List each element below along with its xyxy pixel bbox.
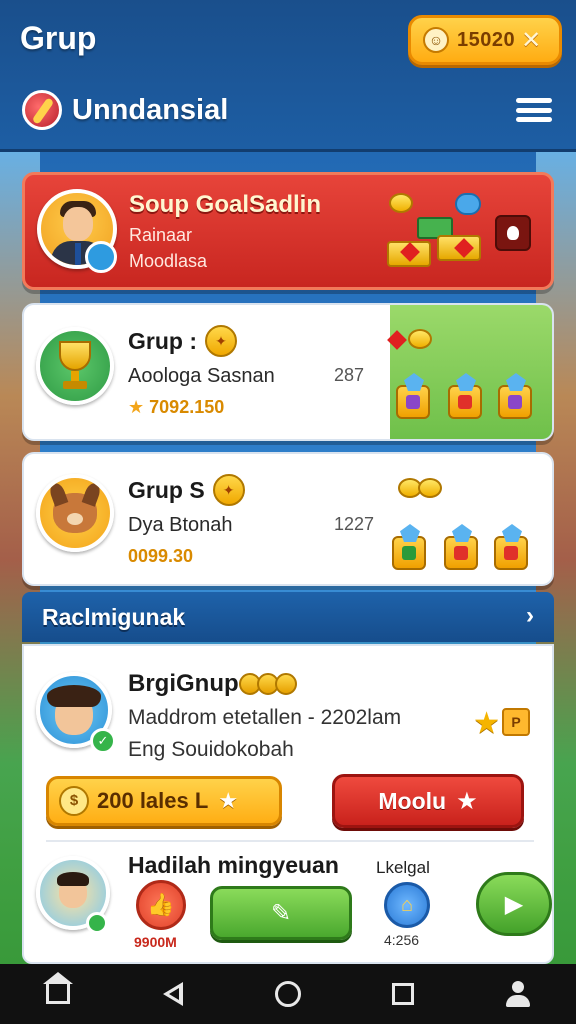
group-desc: Dya Btonah xyxy=(128,514,233,536)
profile-nav-button[interactable] xyxy=(498,974,538,1014)
featured-title: Soup GoalSadlin xyxy=(129,191,322,218)
recommended-title: BrgiGnup xyxy=(128,670,297,698)
coin-balance-pill[interactable]: ☺ 15020 ✕ xyxy=(408,15,562,65)
coin-icon: ✦ xyxy=(205,325,237,357)
featured-group-card[interactable]: Soup GoalSadlin Rainaar Moodlasa xyxy=(22,172,554,290)
group-desc: Aoologa Sasnan xyxy=(128,365,275,387)
brand-name: Unndansial xyxy=(72,93,229,126)
dollar-icon: $ xyxy=(59,786,89,816)
star-icon: ★ xyxy=(128,397,145,417)
reward-illustration xyxy=(384,472,544,582)
group-count: 1227 xyxy=(334,514,375,534)
like-count: 9900M xyxy=(134,934,177,950)
star-icon[interactable]: ★ xyxy=(473,706,500,741)
home-nav-button[interactable] xyxy=(38,972,78,1014)
brand-logo-icon xyxy=(22,90,62,130)
group-title: Grup : ✦ xyxy=(128,325,237,357)
recents-nav-button[interactable] xyxy=(383,974,423,1014)
featured-line2: Moodlasa xyxy=(129,251,208,271)
chevron-right-icon[interactable]: › xyxy=(526,602,534,630)
recommended-card: ✓ BrgiGnup Maddrom etetallen - 2202lam E… xyxy=(22,644,554,964)
back-icon xyxy=(162,982,183,1006)
reward-panel xyxy=(387,305,552,439)
trophy-avatar xyxy=(36,327,114,405)
coin-icon: ☺ xyxy=(423,27,449,53)
thumbs-up-icon: 👍 xyxy=(147,892,175,917)
circle-icon xyxy=(274,981,301,1007)
back-nav-button[interactable] xyxy=(153,974,193,1014)
group-title: Grup S ✦ xyxy=(128,474,245,506)
home-circle-button[interactable] xyxy=(268,974,308,1014)
group-count: 287 xyxy=(334,365,365,385)
group-amount: 0099.30 xyxy=(128,546,194,566)
group-amount: ★ 7092.150 xyxy=(128,397,225,417)
microphone-icon xyxy=(507,226,519,240)
weekly-reward-title: Hadilah mingyeuan xyxy=(128,852,339,878)
dog-avatar xyxy=(36,474,114,552)
pin-button[interactable]: ✎ xyxy=(210,886,352,940)
trophy-icon xyxy=(55,341,95,391)
check-icon xyxy=(86,912,108,934)
coin-reward-button[interactable]: $ 200 lales L ★ xyxy=(46,776,282,826)
house-button[interactable]: ⌂ xyxy=(384,882,430,928)
star-icon: ★ xyxy=(456,787,478,815)
coin-icon: ✦ xyxy=(212,474,245,506)
thumbs-up-button[interactable]: 👍 xyxy=(136,880,186,930)
tag-badge[interactable]: P xyxy=(502,708,530,736)
small-label: Lkelgal xyxy=(376,858,430,877)
brand: Unndansial xyxy=(22,90,228,130)
hamburger-menu-icon[interactable] xyxy=(516,98,552,122)
recommendation-title: Raclmigunak xyxy=(42,604,186,630)
system-nav-bar xyxy=(0,964,576,1024)
play-button[interactable]: ▶ xyxy=(476,872,552,936)
app-header: Grup ☺ 15020 ✕ Unndansial xyxy=(0,0,576,152)
house-value: 4:256 xyxy=(384,932,420,948)
group-card[interactable]: Grup S ✦ Dya Btonah 1227 0099.30 xyxy=(22,452,554,586)
loot-illustration xyxy=(387,189,507,279)
group-card[interactable]: Grup : ✦ Aoologa Sasnan 287 ★ 7092.150 xyxy=(22,303,554,441)
user-icon xyxy=(504,981,532,1007)
house-icon: ⌂ xyxy=(400,893,414,916)
featured-line1: Rainaar xyxy=(129,225,193,245)
badge-icon xyxy=(85,241,117,273)
divider xyxy=(46,840,534,842)
coin-balance-value: 15020 xyxy=(457,28,516,51)
check-icon: ✓ xyxy=(90,728,116,754)
recommended-desc2: Eng Souidokobah xyxy=(128,738,294,761)
home-icon xyxy=(42,972,73,1004)
page-title: Grup xyxy=(20,20,97,56)
dog-icon xyxy=(53,493,97,533)
close-icon[interactable]: ✕ xyxy=(521,26,541,55)
play-icon: ▶ xyxy=(504,890,524,918)
recommended-desc: Maddrom etetallen - 2202lam xyxy=(128,706,402,729)
star-icon: ★ xyxy=(218,788,239,813)
coins-icon xyxy=(238,673,297,695)
join-button[interactable]: Moolu ★ xyxy=(332,774,524,828)
recommendation-header[interactable]: Raclmigunak › xyxy=(22,592,554,642)
square-icon xyxy=(392,983,415,1005)
pin-icon: ✎ xyxy=(270,899,292,927)
microphone-button[interactable] xyxy=(495,215,531,251)
